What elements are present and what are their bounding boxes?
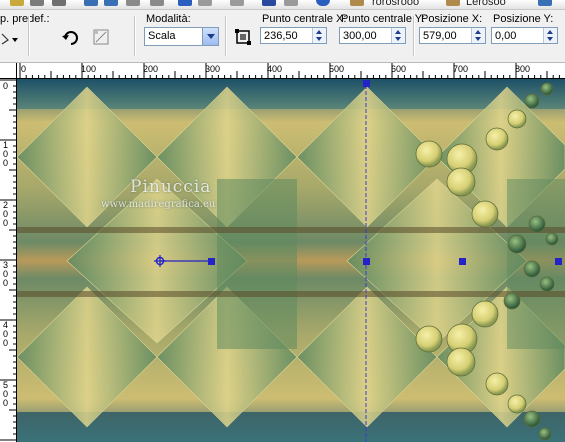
- mode-label: Modalità:: [146, 13, 191, 25]
- pos-x-label: Posizione X:: [421, 13, 483, 25]
- ruler-h-label: 100: [81, 64, 97, 74]
- pos-x-field[interactable]: 579,00: [419, 27, 486, 44]
- mode-value: Scala: [148, 30, 176, 42]
- ruler-h-label: 200: [143, 64, 159, 74]
- deform-button[interactable]: [90, 26, 112, 48]
- tool2-icon[interactable]: [150, 0, 164, 6]
- layers2-icon[interactable]: [284, 0, 298, 6]
- reset-button[interactable]: [60, 26, 82, 48]
- ruler-v-label: 0: [3, 81, 9, 91]
- preset-picker[interactable]: [0, 30, 22, 48]
- ruler-h-label: 700: [453, 64, 469, 74]
- ruler-ticks-h: [19, 63, 560, 78]
- image-canvas[interactable]: Pinuccia www.madiregrafica.eu: [17, 79, 565, 442]
- right-handle[interactable]: [555, 258, 562, 265]
- menu-label-2[interactable]: Lerosoo: [466, 0, 506, 8]
- center-y-field[interactable]: 300,00: [339, 27, 406, 44]
- top-handle[interactable]: [363, 80, 370, 87]
- horizontal-ruler: 0 100 200 300 400 500 600 700 800: [17, 63, 565, 79]
- ruler-h-label: 800: [515, 64, 531, 74]
- rotation-handle[interactable]: [208, 258, 215, 265]
- window2-icon[interactable]: [104, 0, 118, 6]
- ruler-v-label: 100: [3, 140, 9, 168]
- center-point-handle[interactable]: [154, 255, 166, 267]
- ruler-v-label: 400: [3, 320, 9, 348]
- redo-icon[interactable]: [198, 0, 212, 6]
- layers-icon[interactable]: [262, 0, 276, 6]
- ruler-h-label: 0: [21, 64, 27, 74]
- preset-arrow-icon: [1, 33, 18, 45]
- window3-icon[interactable]: [538, 0, 552, 6]
- print-icon[interactable]: [52, 0, 66, 6]
- center-x-label: Punto centrale X:: [262, 13, 347, 25]
- separator: [28, 16, 30, 56]
- save-icon[interactable]: [30, 0, 44, 6]
- preset-label: p. predef.:: [0, 13, 50, 25]
- info-icon[interactable]: [316, 0, 330, 6]
- doc-icon[interactable]: [230, 0, 244, 6]
- pos-x-value: 579,00: [423, 30, 457, 42]
- crop-square-icon: [235, 29, 251, 45]
- crosshair-icon: [154, 255, 166, 267]
- deform-icon: [93, 29, 109, 45]
- chevron-down-icon[interactable]: [202, 28, 218, 45]
- ruler-corner: [0, 63, 17, 79]
- palette-icon[interactable]: [350, 0, 364, 6]
- separator: [134, 16, 136, 56]
- ruler-h-label: 400: [267, 64, 283, 74]
- pos-y-spinner[interactable]: [543, 28, 557, 43]
- ruler-v-label: 200: [3, 200, 9, 228]
- ruler-h-label: 600: [391, 64, 407, 74]
- undo-icon[interactable]: [178, 0, 192, 6]
- mode-select[interactable]: Scala: [144, 27, 219, 46]
- tool-icon[interactable]: [126, 0, 140, 6]
- palette2-icon[interactable]: [446, 0, 460, 6]
- vertical-ruler: 0 100 200 300 400 500: [0, 79, 17, 442]
- reset-arrow-icon: [62, 31, 78, 45]
- tool-options-bar: p. predef.: Modalità: Scala Punto centra…: [0, 10, 565, 63]
- center-handle[interactable]: [459, 258, 466, 265]
- ruler-h-label: 500: [329, 64, 345, 74]
- pick-center-button[interactable]: [232, 26, 254, 48]
- ruler-h-label: 300: [205, 64, 221, 74]
- separator: [225, 16, 227, 56]
- pos-x-spinner[interactable]: [471, 28, 485, 43]
- watermark-name: Pinuccia: [130, 177, 212, 197]
- center-x-value: 236,50: [264, 30, 298, 42]
- top-menu-strip: rorosrooo Lerosoo: [0, 0, 565, 10]
- watermark-url: www.madiregrafica.eu: [101, 199, 216, 210]
- pos-y-value: 0,00: [495, 30, 517, 42]
- side-handle[interactable]: [363, 258, 370, 265]
- center-x-spinner[interactable]: [312, 28, 326, 43]
- center-y-spinner[interactable]: [391, 28, 405, 43]
- center-y-value: 300,00: [343, 30, 377, 42]
- menu-label-1[interactable]: rorosrooo: [372, 0, 419, 8]
- pos-y-field[interactable]: 0,00: [491, 27, 558, 44]
- ruler-v-label: 300: [3, 260, 9, 288]
- artwork: [17, 79, 565, 442]
- pos-y-label: Posizione Y:: [493, 13, 554, 25]
- separator: [413, 16, 415, 56]
- window-icon[interactable]: [84, 0, 98, 6]
- folder-icon[interactable]: [10, 0, 24, 6]
- ruler-v-label: 500: [3, 380, 9, 408]
- center-x-field[interactable]: 236,50: [260, 27, 327, 44]
